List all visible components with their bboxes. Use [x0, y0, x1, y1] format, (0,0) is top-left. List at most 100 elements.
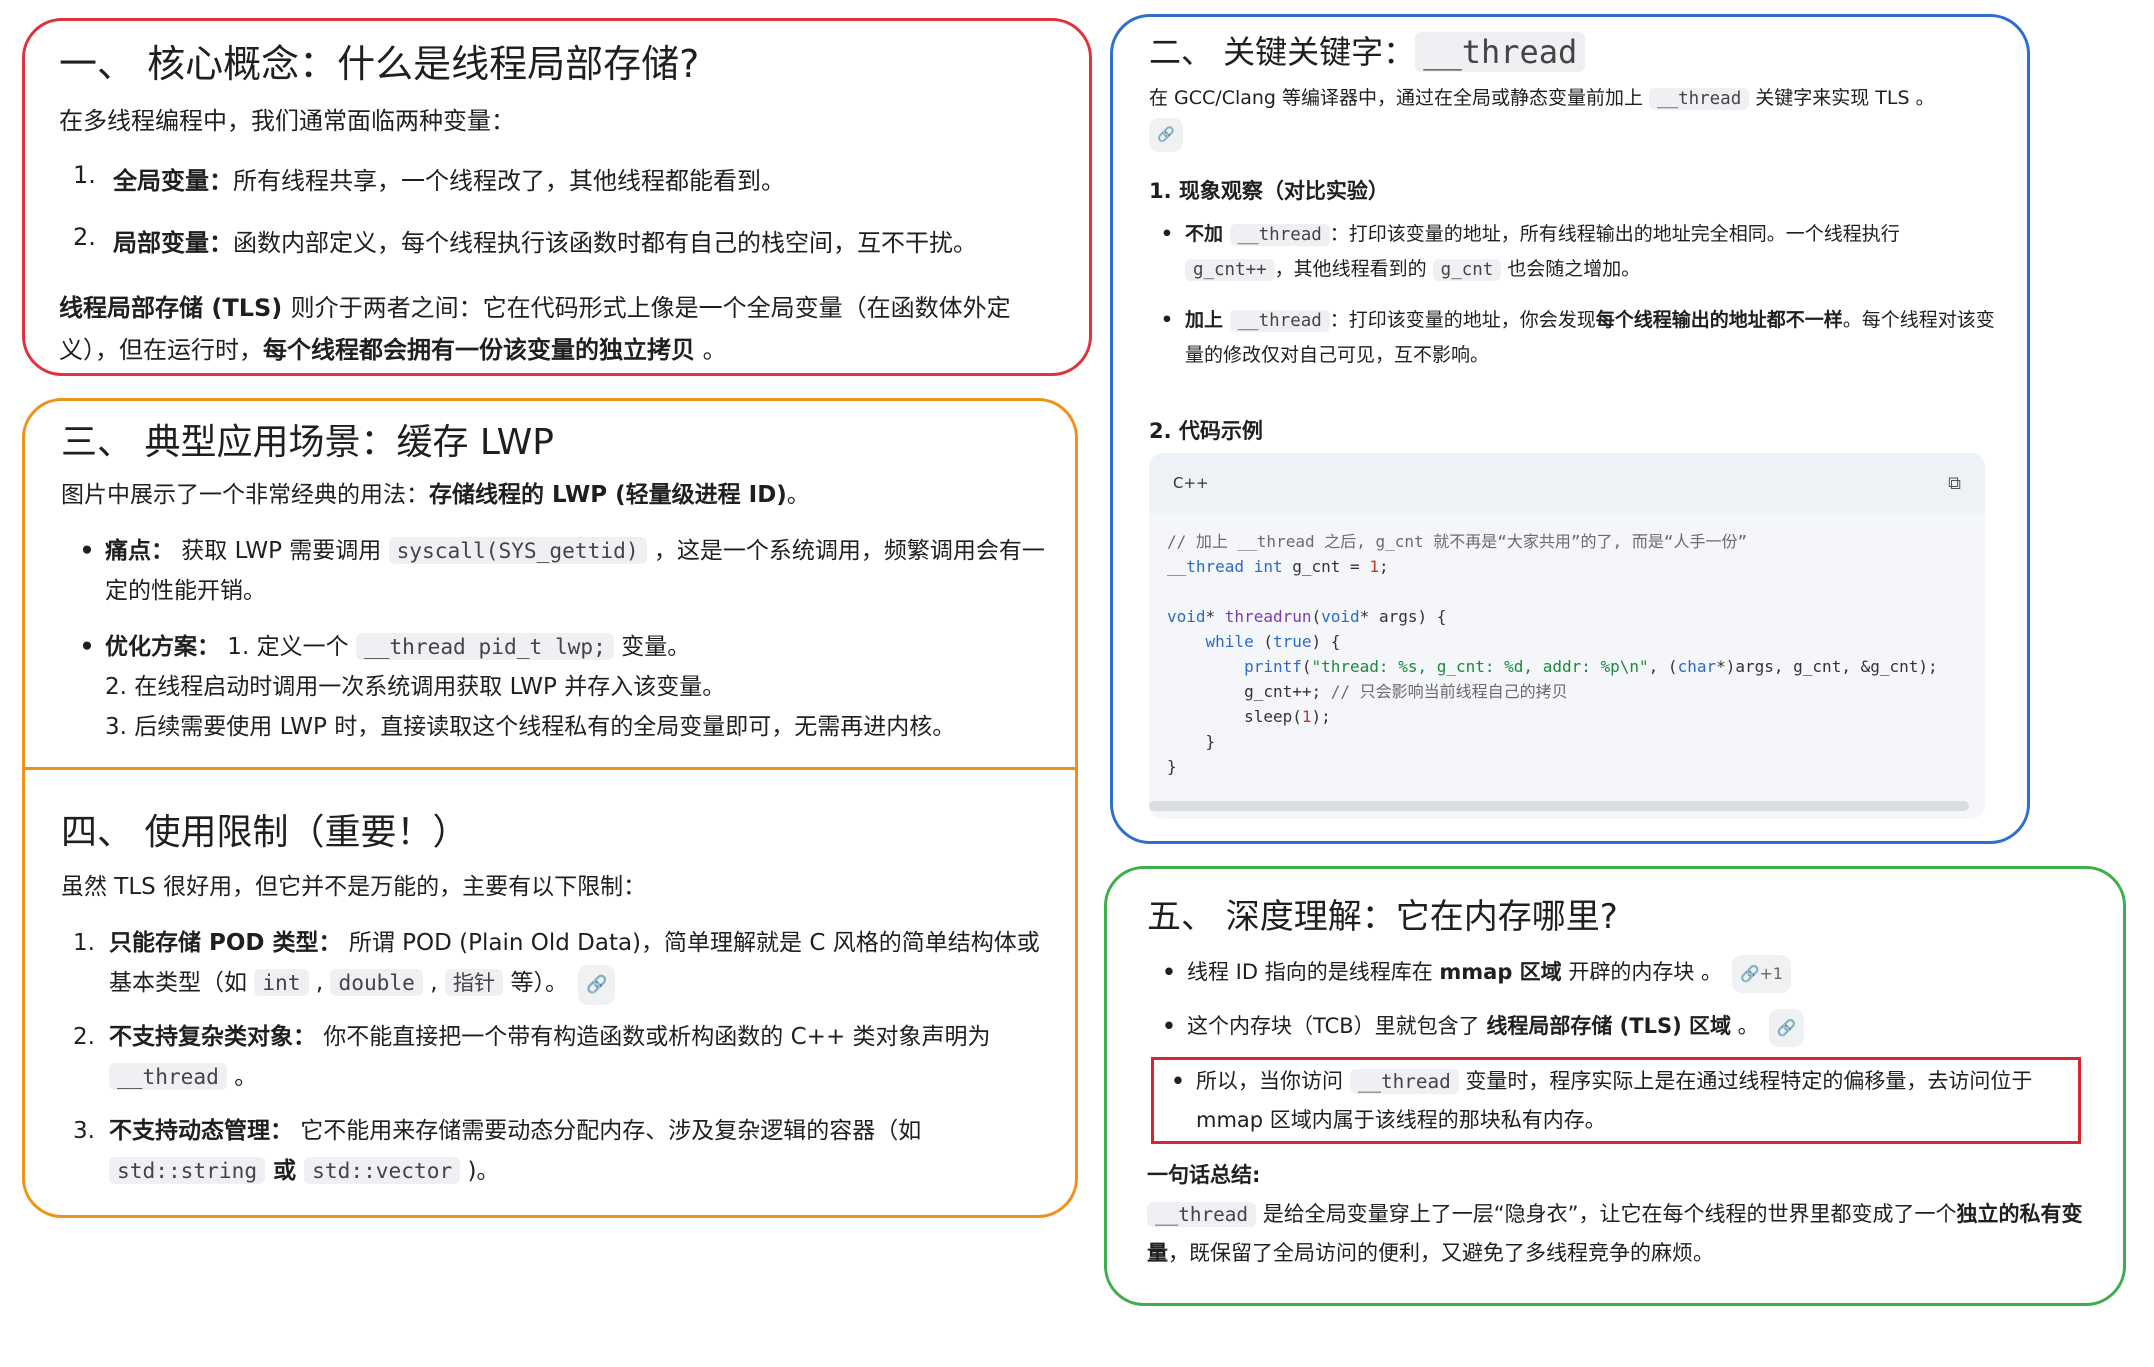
panel-core-concept: 一、 核心概念：什么是线程局部存储? 在多线程编程中，我们通常面临两种变量： 1… [22, 18, 1092, 376]
dyn-text: 它不能用来存储需要动态分配内存、涉及复杂逻辑的容器（如 [293, 1118, 922, 1144]
panel-memory-location: 五、 深度理解：它在内存哪里? • 线程 ID 指向的是线程库在 mmap 区域… [1104, 866, 2126, 1306]
code-syscall: syscall(SYS_gettid) [388, 537, 647, 564]
code-token: int [1253, 557, 1283, 576]
bullet-optimization: • 优化方案： 1. 定义一个 __thread pid_t lwp; 变量。 … [69, 627, 1049, 747]
bullet-thread-id: • 线程 ID 指向的是线程库在 mmap 区域 开辟的内存块 。 🔗+1 [1151, 953, 2101, 993]
b1-text-a: ：打印该变量的地址，所有线程输出的地址完全相同。一个线程执行 [1329, 223, 1900, 245]
link-icon[interactable]: 🔗+1 [1732, 955, 1791, 993]
list-item-global: 1. 全局变量： 所有线程共享，一个线程改了，其他线程都能看到。 [73, 161, 785, 196]
bullet-dot: • [1160, 309, 1174, 331]
code-gcnt: g_cnt [1432, 259, 1502, 281]
lwp-intro-end: 。 [786, 482, 810, 508]
bullet-dot: • [79, 538, 95, 564]
lwp-intro: 图片中展示了一个非常经典的用法：存储线程的 LWP (轻量级进程 ID)。 [61, 475, 810, 509]
item-label: 全局变量： [113, 167, 233, 195]
item-text: 所有线程共享，一个线程改了，其他线程都能看到。 [233, 167, 785, 195]
core-intro: 在多线程编程中，我们通常面临两种变量： [59, 107, 515, 135]
bullet-text: 这个内存块（TCB）里就包含了 线程局部存储 (TLS) 区域 。 🔗 [1187, 1007, 1805, 1047]
code-token: 1 [1369, 557, 1379, 576]
item-text: 只能存储 POD 类型： 所谓 POD (Plain Old Data)，简单理… [109, 923, 1053, 1005]
code-line: // 加上 __thread 之后, g_cnt 就不再是“大家共用”的了, 而… [1167, 532, 1748, 551]
code-token: void [1167, 607, 1206, 626]
code-token: ( [1301, 657, 1312, 676]
code-token: ( [1253, 632, 1273, 651]
keyword-intro-b: 关键字来实现 TLS 。 [1749, 87, 1935, 109]
code-token: // 只会影响当前线程自己的拷贝 [1330, 682, 1568, 701]
code-token: while [1205, 632, 1254, 651]
code-horizontal-scrollbar[interactable] [1149, 801, 1969, 811]
pain-text-a: 获取 LWP 需要调用 [174, 538, 389, 564]
link-icon[interactable]: 🔗 [577, 965, 616, 1005]
link-icon[interactable]: 🔗 [1768, 1009, 1805, 1047]
section-divider [25, 767, 1075, 770]
item-number: 2. [73, 223, 96, 251]
code-token: ) { [1311, 632, 1341, 651]
keyword-title-code: __thread [1415, 32, 1586, 72]
summary-heading: 一句话总结: [1147, 1163, 1261, 1187]
class-label: 不支持复杂类对象： [109, 1024, 316, 1050]
keyword-intro-a: 在 GCC/Clang 等编译器中，通过在全局或静态变量前加上 [1149, 87, 1650, 109]
bullet-dot: • [1162, 960, 1176, 984]
item-text: 不支持复杂类对象： 你不能直接把一个带有构造函数或析构函数的 C++ 类对象声明… [109, 1017, 1053, 1097]
bullet-dot: • [79, 634, 95, 660]
code-token: threadrun [1224, 607, 1312, 626]
class-end: 。 [226, 1064, 258, 1090]
subheading-observe: 1. 现象观察（对比实验） [1149, 179, 1389, 203]
pod-end: 等）。 [503, 970, 568, 996]
code-token: ; [1378, 557, 1389, 576]
code-token: g_cnt = [1282, 557, 1370, 576]
opt-step-2: 2. 在线程启动时调用一次系统调用获取 LWP 并存入该变量。 [105, 674, 726, 700]
copy-icon[interactable]: ⧉ [1948, 473, 1961, 494]
code-token: printf [1244, 657, 1302, 676]
bullet-text: 不加 __thread ：打印该变量的地址，所有线程输出的地址完全相同。一个线程执… [1185, 217, 2009, 287]
code-token: true [1272, 632, 1312, 651]
tls-summary: 线程局部存储 (TLS) 则介于两者之间：它在代码形式上像是一个全局变量（在函数… [59, 287, 1069, 371]
code-std-string: std::string [109, 1157, 266, 1184]
summary-text: __thread 是给全局变量穿上了一层“隐身衣”，让它在每个线程的世界里都变成… [1147, 1195, 2097, 1272]
code-gcnt-inc: g_cnt++ [1185, 259, 1275, 281]
pod-label: 只能存储 POD 类型： [109, 930, 342, 956]
code-thread: __thread [1147, 1202, 1257, 1227]
panel-usage-and-limits: 三、 典型应用场景：缓存 LWP 图片中展示了一个非常经典的用法：存储线程的 L… [22, 398, 1078, 1218]
lwp-intro-bold: 存储线程的 LWP (轻量级进程 ID) [429, 482, 787, 508]
tls-label: 线程局部存储 (TLS) [59, 294, 291, 322]
dyn-end: )。 [460, 1158, 500, 1184]
bullet-without-thread: • 不加 __thread ：打印该变量的地址，所有线程输出的地址完全相同。一个线… [1149, 217, 2009, 287]
limit-item-dynamic: 3. 不支持动态管理： 它不能用来存储需要动态分配内存、涉及复杂逻辑的容器（如 … [73, 1111, 1053, 1191]
bullet-with-thread: • 加上 __thread ：打印该变量的地址，你会发现每个线程输出的地址都不一样… [1149, 303, 2009, 372]
sep: , [422, 970, 445, 996]
bullet-text: 加上 __thread ：打印该变量的地址，你会发现每个线程输出的地址都不一样。每… [1185, 303, 2009, 372]
code-token: ( [1311, 607, 1322, 626]
pain-label: 痛点： [105, 538, 174, 564]
code-token: *)args, g_cnt, &g_cnt); [1716, 657, 1938, 676]
opt-label: 优化方案： [105, 634, 220, 660]
bullet-text: 优化方案： 1. 定义一个 __thread pid_t lwp; 变量。 2.… [105, 627, 955, 747]
bullet-dot: • [1160, 223, 1174, 245]
item-number: 1. [73, 930, 95, 956]
b2-bold: 每个线程输出的地址都不一样 [1595, 309, 1843, 331]
link-icon[interactable]: 🔗 [1149, 118, 1183, 152]
section-title-memory: 五、 深度理解：它在内存哪里? [1147, 897, 1618, 937]
keyword-intro: 在 GCC/Clang 等编译器中，通过在全局或静态变量前加上 __thread… [1149, 81, 2009, 152]
code-token: "thread: %s, g_cnt: %d, addr: %p\n" [1311, 657, 1649, 676]
dyn-or: 或 [265, 1158, 305, 1184]
code-token: char [1677, 657, 1717, 676]
limits-intro: 虽然 TLS 很好用，但它并不是万能的，主要有以下限制： [61, 874, 647, 900]
keyword-title-text: 二、 关键关键字： [1149, 33, 1416, 71]
b1-text-a: 线程 ID 指向的是线程库在 [1187, 960, 1440, 984]
b2-label: 加上 [1185, 309, 1230, 331]
item-number: 3. [73, 1118, 95, 1144]
code-token: , ( [1648, 657, 1678, 676]
code-thread: __thread [1229, 310, 1330, 332]
opt-step-3: 3. 后续需要使用 LWP 时，直接读取这个线程私有的全局变量即可，无需再进内核… [105, 714, 956, 740]
code-token: void [1321, 607, 1360, 626]
code-pointer: 指针 [444, 969, 504, 996]
sep: , [308, 970, 331, 996]
code-block-header: C++ ⧉ [1149, 453, 1985, 513]
code-double: double [330, 969, 423, 996]
lwp-intro-text: 图片中展示了一个非常经典的用法： [61, 482, 429, 508]
section-title-lwp: 三、 典型应用场景：缓存 LWP [61, 422, 554, 463]
code-std-vector: std::vector [304, 1157, 461, 1184]
